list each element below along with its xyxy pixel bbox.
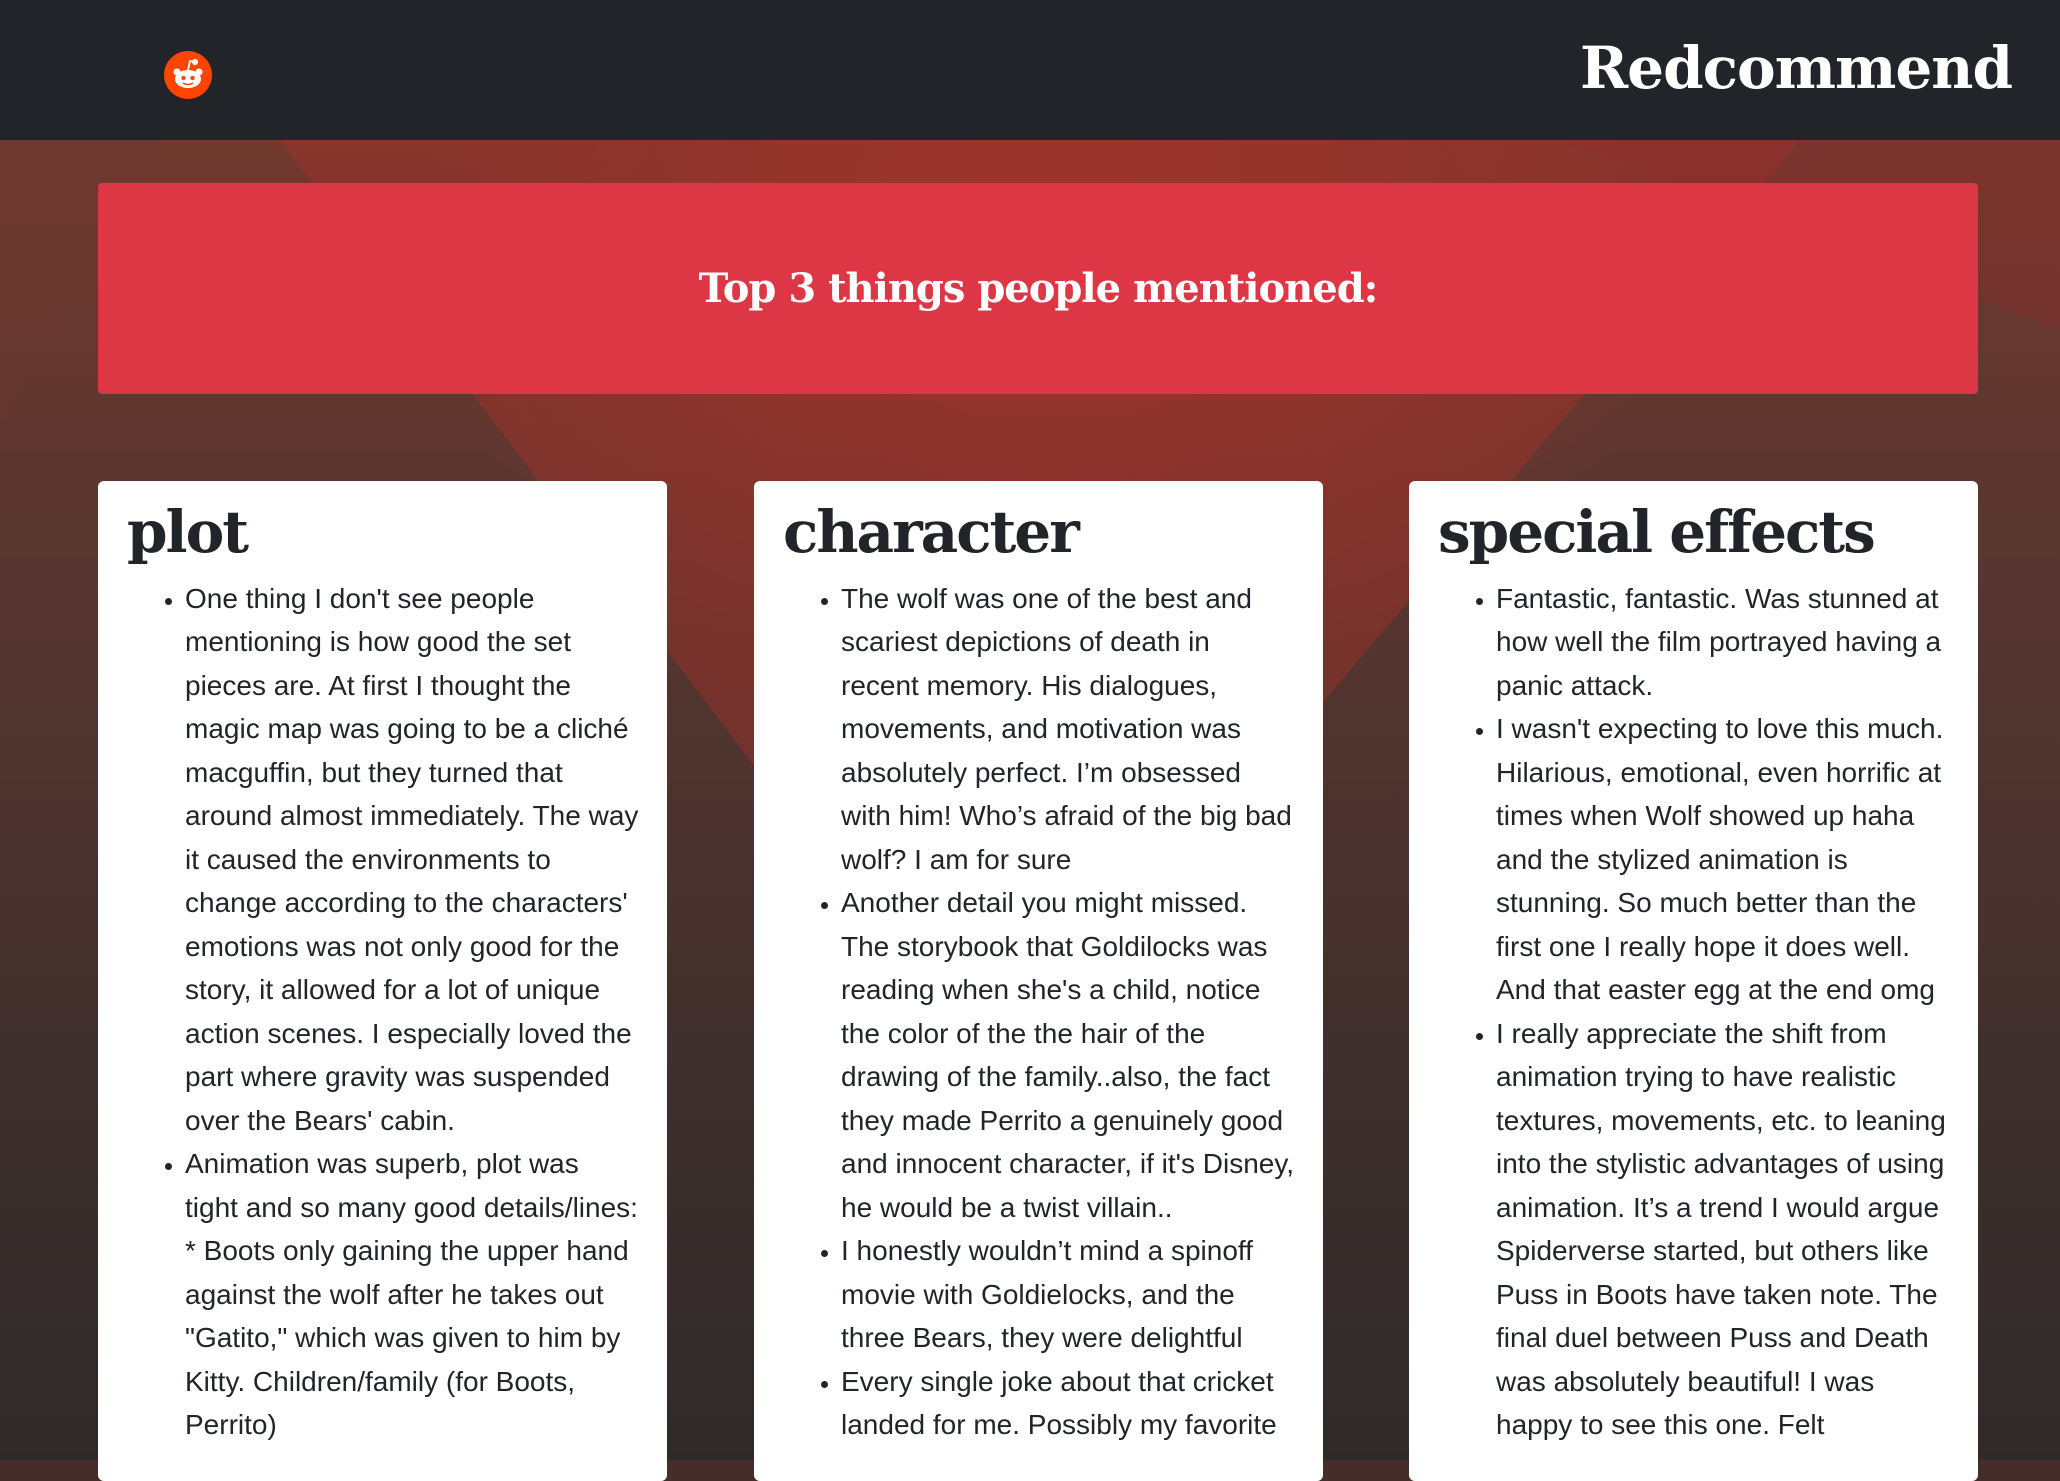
comment-item: Fantastic, fantastic. Was stunned at how… — [1496, 577, 1950, 708]
comment-item: Every single joke about that cricket lan… — [841, 1360, 1295, 1447]
brand-title[interactable]: Redcommend — [1580, 34, 2013, 102]
comment-item: Another detail you might missed. The sto… — [841, 881, 1295, 1229]
comment-list: The wolf was one of the best and scaries… — [783, 577, 1295, 1447]
topic-card-character: character The wolf was one of the best a… — [754, 481, 1323, 1481]
card-title: plot — [127, 498, 249, 566]
banner-title: Top 3 things people mentioned: — [698, 265, 1379, 312]
top-navbar: Redcommend — [0, 0, 2060, 140]
comment-item: The wolf was one of the best and scaries… — [841, 577, 1295, 882]
comment-item: I wasn't expecting to love this much. Hi… — [1496, 707, 1950, 1012]
reddit-logo-icon[interactable] — [164, 51, 212, 99]
comment-item: I really appreciate the shift from anima… — [1496, 1012, 1950, 1447]
comment-item: Animation was superb, plot was tight and… — [185, 1142, 639, 1447]
comment-item: One thing I don't see people mentioning … — [185, 577, 639, 1143]
card-title: special effects — [1438, 498, 1876, 566]
comment-list: Fantastic, fantastic. Was stunned at how… — [1438, 577, 1950, 1447]
comment-item: I honestly wouldn’t mind a spinoff movie… — [841, 1229, 1295, 1360]
topic-card-special-effects: special effects Fantastic, fantastic. Wa… — [1409, 481, 1978, 1481]
comment-list: One thing I don't see people mentioning … — [127, 577, 639, 1447]
card-title: character — [783, 498, 1080, 566]
topic-card-plot: plot One thing I don't see people mentio… — [98, 481, 667, 1481]
summary-banner: Top 3 things people mentioned: — [98, 183, 1978, 394]
